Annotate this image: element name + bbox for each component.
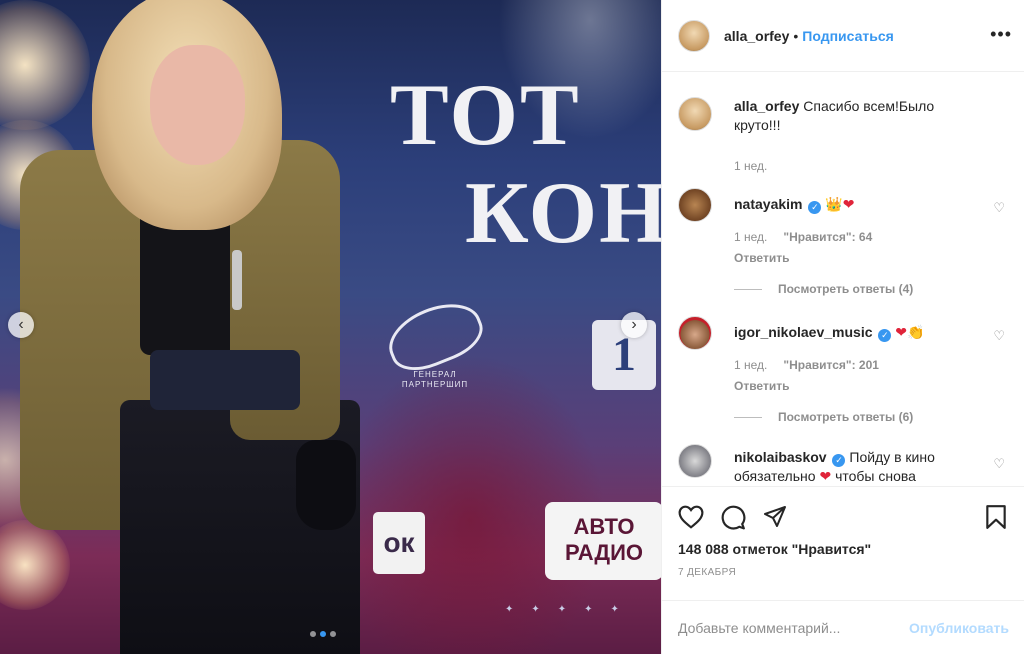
person-necklace [232, 250, 242, 310]
comment: nikolaibaskov ✓ Пойду в кино обязательно… [678, 444, 1009, 485]
replies-divider-line [734, 288, 762, 290]
view-replies-label: Посмотреть ответы (6) [778, 410, 914, 424]
person-belt [150, 350, 300, 410]
partner-logo: ГЕНЕРАЛ ПАРТНЕРШИП [380, 292, 490, 389]
bokeh-light [0, 520, 70, 610]
heart-emoji-icon: ❤ [819, 468, 832, 484]
comment-time[interactable]: 1 нед. [734, 228, 767, 247]
carousel-dots [310, 631, 336, 637]
comment-avatar[interactable] [678, 316, 712, 350]
avtoradio-logo: АВТО РАДИО [545, 502, 661, 580]
comment-username[interactable]: igor_nikolaev_music [734, 324, 873, 340]
comment-username[interactable]: nikolaibaskov [734, 449, 827, 465]
carousel-dot [330, 631, 336, 637]
author-username[interactable]: alla_orfey [724, 28, 789, 44]
comment-username[interactable]: natayakim [734, 196, 802, 212]
reply-button[interactable]: Ответить [734, 249, 984, 268]
comments-list[interactable]: alla_orfey Спасибо всем!Было круто!!! 1 … [662, 73, 1024, 485]
view-replies-button[interactable]: Посмотреть ответы (4) [734, 282, 1009, 296]
follow-button[interactable]: Подписаться [802, 28, 894, 44]
crown-emoji-icon: 👑 [825, 196, 843, 212]
person-bag [296, 440, 356, 530]
comment-avatar[interactable] [678, 444, 712, 478]
avtoradio-line2: РАДИО [564, 540, 644, 565]
like-comment-heart-icon[interactable]: ♡ [993, 328, 1005, 344]
verified-badge-icon: ✓ [832, 454, 846, 467]
carousel-next-button[interactable]: › [621, 312, 647, 338]
carousel-prev-button[interactable]: ‹ [8, 312, 34, 338]
partner-caption: ГЕНЕРАЛ ПАРТНЕРШИП [401, 370, 469, 389]
person-face [150, 45, 245, 165]
caption: alla_orfey Спасибо всем!Было круто!!! 1 … [678, 97, 1009, 176]
verified-badge-icon: ✓ [878, 329, 892, 342]
poster-text-line1: ТОТ [390, 67, 581, 164]
airship-logo-mark [380, 292, 490, 380]
comment-likes[interactable]: "Нравится": 64 [783, 228, 872, 247]
view-replies-button[interactable]: Посмотреть ответы (6) [734, 410, 1009, 424]
post-photo[interactable]: ТОТ КОН ГЕНЕРАЛ ПАРТНЕРШИП 1 ок АВТО РАД… [0, 0, 661, 654]
comment: natayakim ✓ 👑❤ 1 нед. "Нравится": 64 Отв… [678, 188, 1009, 268]
replies-divider-line [734, 416, 762, 418]
heart-emoji-icon: ❤ [842, 196, 855, 212]
comment-time[interactable]: 1 нед. [734, 356, 767, 375]
publish-button[interactable]: Опубликовать [909, 620, 1009, 636]
poster-text-line2: КОН [465, 165, 661, 262]
poster-stars: ✦✦✦✦✦ [505, 604, 637, 615]
caption-avatar[interactable] [678, 97, 712, 131]
caption-username[interactable]: alla_orfey [734, 98, 799, 114]
ok-logo: ок [373, 512, 425, 574]
like-heart-icon[interactable] [678, 504, 704, 530]
comment: igor_nikolaev_music ✓ ❤👏 1 нед. "Нравитс… [678, 316, 1009, 396]
avtoradio-line1: АВТО [573, 514, 635, 539]
post-side-panel: alla_orfey • Подписаться ••• alla_orfey … [661, 0, 1024, 654]
post-header: alla_orfey • Подписаться ••• [662, 0, 1024, 72]
comment-bubble-icon[interactable] [720, 504, 746, 530]
reply-button[interactable]: Ответить [734, 377, 984, 396]
clap-emoji-icon: 👏 [907, 324, 925, 340]
like-comment-heart-icon[interactable]: ♡ [993, 200, 1005, 216]
author-avatar[interactable] [678, 19, 710, 52]
likes-count[interactable]: 148 088 отметок "Нравится" [678, 541, 1009, 557]
verified-badge-icon: ✓ [808, 201, 822, 214]
carousel-dot [310, 631, 316, 637]
view-replies-label: Посмотреть ответы (4) [778, 282, 914, 296]
caption-time[interactable]: 1 нед. [734, 157, 767, 176]
share-direct-icon[interactable] [762, 504, 788, 530]
more-options-icon[interactable]: ••• [990, 24, 1012, 45]
comment-avatar[interactable] [678, 188, 712, 222]
bokeh-light [0, 0, 90, 130]
heart-emoji-icon: ❤ [895, 324, 908, 340]
post-actions: 148 088 отметок "Нравится" 7 декабря [662, 486, 1024, 606]
add-comment-bar: Опубликовать [662, 600, 1024, 654]
post-date[interactable]: 7 декабря [678, 567, 1009, 578]
like-comment-heart-icon[interactable]: ♡ [993, 456, 1005, 472]
add-comment-input[interactable] [678, 619, 910, 636]
comment-likes[interactable]: "Нравится": 201 [783, 356, 879, 375]
save-bookmark-icon[interactable] [983, 504, 1009, 530]
carousel-dot [320, 631, 326, 637]
header-separator: • [793, 27, 799, 44]
